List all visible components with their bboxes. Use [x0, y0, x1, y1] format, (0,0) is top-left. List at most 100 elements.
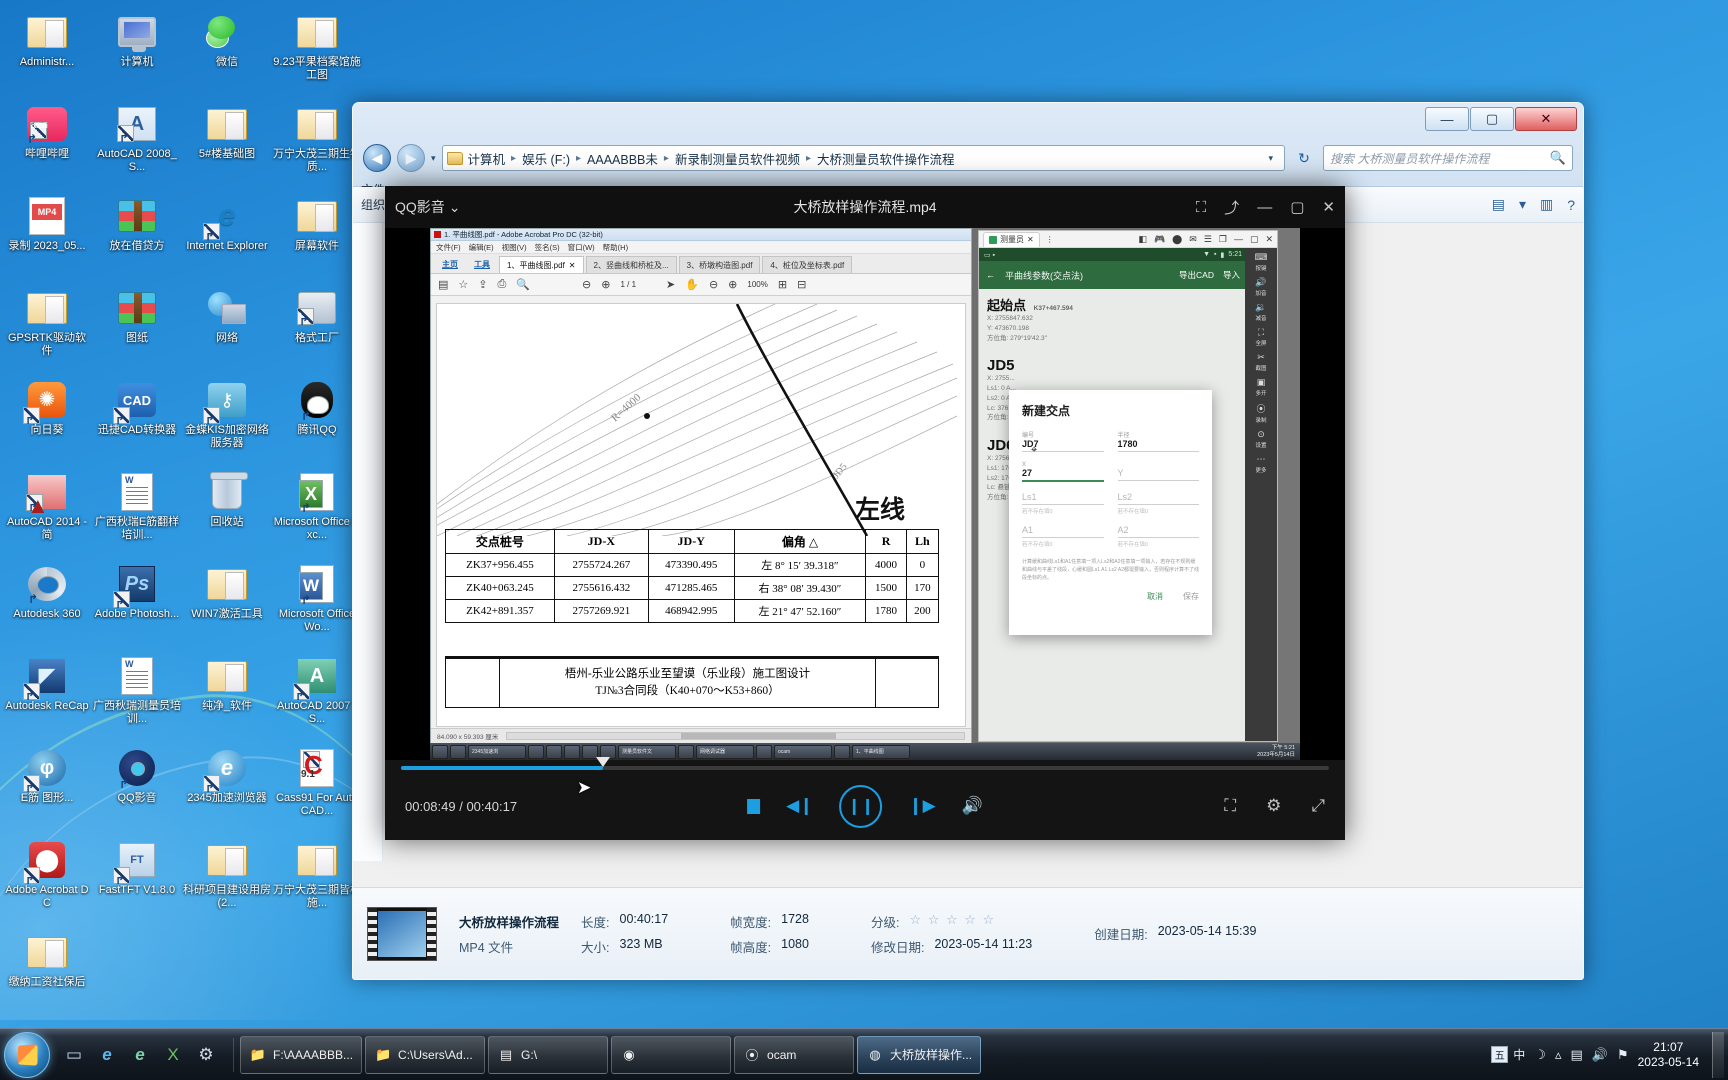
- back-icon[interactable]: ←: [986, 270, 995, 280]
- desktop-icon-11[interactable]: 屏幕软件: [272, 190, 362, 282]
- export-cad-button[interactable]: 导出CAD: [1179, 269, 1214, 281]
- desktop-icon-39[interactable]: 万宁大茂三期皆构施...: [272, 834, 362, 926]
- desktop-icon-12[interactable]: GPSRTK驱动软件: [2, 282, 92, 374]
- preview-pane-icon[interactable]: ▤: [1492, 196, 1505, 213]
- emulator-sidebar-item-3[interactable]: ⛶ 全屏: [1255, 327, 1266, 347]
- desktop-icon-35[interactable]: Cass91 For AutoCAD...: [272, 742, 362, 834]
- desktop-icon-33[interactable]: QQ影音: [92, 742, 182, 834]
- taskbar-button-1[interactable]: 📁 C:\Users\Ad...: [365, 1035, 486, 1074]
- acrobat-menu-item-0[interactable]: 文件(F): [436, 242, 461, 253]
- acrobat-menu-item-5[interactable]: 帮助(H): [603, 242, 628, 253]
- breadcrumb-item-2[interactable]: AAAABBB未: [585, 149, 660, 168]
- minimize-button[interactable]: —: [1425, 107, 1469, 131]
- print-icon[interactable]: ⎙: [498, 278, 507, 291]
- player-app-menu[interactable]: QQ影音 ⌄: [395, 197, 461, 217]
- excel-icon[interactable]: X: [159, 1041, 187, 1069]
- desktop-icon-36[interactable]: ⬤ Adobe Acrobat DC: [2, 834, 92, 926]
- emulator-sidebar-item-7[interactable]: ⊙ 设置: [1255, 429, 1266, 449]
- seek-bar-handle[interactable]: [596, 757, 611, 767]
- emulator-minimize-button[interactable]: —: [1234, 234, 1243, 245]
- desktop-icon-30[interactable]: 纯净_软件: [182, 650, 272, 742]
- bluestacks-icon[interactable]: ◧: [1138, 234, 1147, 245]
- close-button[interactable]: ✕: [1515, 107, 1577, 131]
- breadcrumb-item-1[interactable]: 娱乐 (F:): [520, 149, 572, 168]
- desktop-icon-31[interactable]: A AutoCAD 2007 - S...: [272, 650, 362, 742]
- breadcrumb-item-4[interactable]: 大桥测量员软件操作流程: [815, 149, 957, 168]
- acrobat-menu-item-4[interactable]: 窗口(W): [568, 242, 595, 253]
- notify-icon[interactable]: ✉: [1189, 234, 1197, 245]
- breadcrumb-item-0[interactable]: 计算机: [466, 149, 508, 168]
- address-bar[interactable]: 计算机 ▸ 娱乐 (F:) ▸ AAAABBB未 ▸ 新录制测量员软件视频 ▸ 大桥测量员软件操…: [441, 145, 1285, 171]
- desktop-icon-23[interactable]: Microsoft Office Exc...: [272, 466, 362, 558]
- emulator-sidebar-item-8[interactable]: ⋯ 更多: [1255, 454, 1266, 474]
- share-icon[interactable]: ⤴: [1224, 197, 1239, 218]
- maximize-button[interactable]: ▢: [1470, 107, 1514, 131]
- page-down-icon[interactable]: ⊕: [601, 278, 610, 291]
- desktop-icon-7[interactable]: 万宁大茂三期生物质...: [272, 98, 362, 190]
- desktop-icon-2[interactable]: 微信: [182, 6, 272, 98]
- more-menu-icon[interactable]: ⋮: [1046, 235, 1054, 244]
- globe-icon[interactable]: ⬤: [1172, 234, 1182, 245]
- taskbar-button-5[interactable]: ◍ 大桥放样操作...: [857, 1035, 982, 1074]
- start-button[interactable]: [4, 1031, 50, 1078]
- emulator-sidebar-item-4[interactable]: ✂ 截图: [1255, 352, 1266, 372]
- settings-icon[interactable]: ⚙: [192, 1041, 220, 1069]
- desktop-icon-13[interactable]: 图纸: [92, 282, 182, 374]
- desktop-icon-34[interactable]: e 2345加速浏览器: [182, 742, 272, 834]
- dialog-save-button[interactable]: 保存: [1183, 591, 1199, 602]
- internet-explorer-icon[interactable]: e: [93, 1041, 121, 1069]
- hand-tool-icon[interactable]: ✋: [685, 278, 699, 291]
- address-chevron-down-icon[interactable]: ▾: [1261, 153, 1280, 164]
- desktop-icon-37[interactable]: FT FastTFT V1.8.0: [92, 834, 182, 926]
- taskbar-clock[interactable]: 21:07 2023-05-14: [1638, 1040, 1699, 1070]
- field-y[interactable]: Y: [1117, 462, 1199, 482]
- acrobat-menu-item-1[interactable]: 编辑(E): [469, 242, 494, 253]
- equalizer-icon[interactable]: ⚙: [1266, 796, 1281, 816]
- desktop-icon-18[interactable]: ⚷ 金蝶KIS加密网络服务器: [182, 374, 272, 466]
- edge-icon[interactable]: e: [126, 1041, 154, 1069]
- dialog-cancel-button[interactable]: 取消: [1147, 591, 1163, 602]
- desktop-icon-9[interactable]: 放在借贷方: [92, 190, 182, 282]
- capture-icon[interactable]: ⛶: [1224, 796, 1236, 816]
- field-x[interactable]: X 27: [1022, 462, 1104, 482]
- view-chevron-down-icon[interactable]: ▾: [1519, 196, 1526, 213]
- taskbar-button-3[interactable]: ◉: [611, 1035, 732, 1074]
- emulator-sidebar-item-6[interactable]: ⦿ 录制: [1255, 402, 1266, 424]
- restore-icon[interactable]: ❐: [1219, 234, 1227, 245]
- desktop-icon-3[interactable]: 9.23平果档案馆施工图: [272, 6, 362, 98]
- import-button[interactable]: 导入: [1223, 269, 1240, 281]
- breadcrumb-item-3[interactable]: 新录制测量员软件视频: [673, 149, 802, 168]
- show-desktop-button[interactable]: [1712, 1031, 1724, 1078]
- desktop-icon-32[interactable]: φE筋 图形...: [2, 742, 92, 834]
- desktop-icon-1[interactable]: 计算机: [92, 6, 182, 98]
- acrobat-tab-5[interactable]: 4、桩位及坐标表.pdf: [762, 256, 853, 273]
- player-maximize-button[interactable]: ▢: [1290, 198, 1304, 216]
- seek-bar[interactable]: [401, 757, 1329, 770]
- network-icon[interactable]: ▤: [1570, 1047, 1582, 1063]
- desktop-icon-0[interactable]: Administr...: [2, 6, 92, 98]
- desktop-icon-29[interactable]: 广西秋瑞测量员培训...: [92, 650, 182, 742]
- desktop-icon-15[interactable]: 格式工厂: [272, 282, 362, 374]
- acrobat-tab-4[interactable]: 3、桥墩构造图.pdf: [678, 256, 761, 273]
- emulator-close-button[interactable]: ✕: [1265, 234, 1273, 245]
- acrobat-tab-3[interactable]: 2、竖曲线和桥桩及...: [585, 256, 677, 273]
- desktop-icon-26[interactable]: WIN7激活工具: [182, 558, 272, 650]
- help-icon[interactable]: ?: [1567, 197, 1575, 213]
- desktop-icon-27[interactable]: Microsoft Office Wo...: [272, 558, 362, 650]
- rating-stars[interactable]: ☆ ☆ ☆ ☆ ☆: [909, 912, 995, 931]
- field-ls1[interactable]: Ls1 若不存在填0: [1022, 492, 1104, 515]
- explorer-navigation-pane[interactable]: [353, 223, 383, 861]
- desktop-icon-21[interactable]: 广西秋瑞E筋翻样培训...: [92, 466, 182, 558]
- menu-icon[interactable]: ☰: [1204, 234, 1212, 245]
- desktop-icon-24[interactable]: Autodesk 360: [2, 558, 92, 650]
- desktop-icon-40[interactable]: 缴纳工资社保后: [2, 926, 92, 1018]
- previous-button[interactable]: ◀❙: [786, 796, 813, 816]
- desktop-icon-10[interactable]: e Internet Explorer: [182, 190, 272, 282]
- field-a2[interactable]: A2 若不存在填0: [1117, 525, 1199, 548]
- desktop-icon-28[interactable]: ◤ Autodesk ReCap: [2, 650, 92, 742]
- flag-icon[interactable]: ⚑: [1617, 1047, 1629, 1063]
- tray-chevron-up-icon[interactable]: ▵: [1555, 1047, 1562, 1063]
- emulator-sidebar-item-5[interactable]: ▣ 多开: [1255, 377, 1266, 397]
- desktop-icon-25[interactable]: Ps Adobe Photosh...: [92, 558, 182, 650]
- desktop-icon-14[interactable]: 网络: [182, 282, 272, 374]
